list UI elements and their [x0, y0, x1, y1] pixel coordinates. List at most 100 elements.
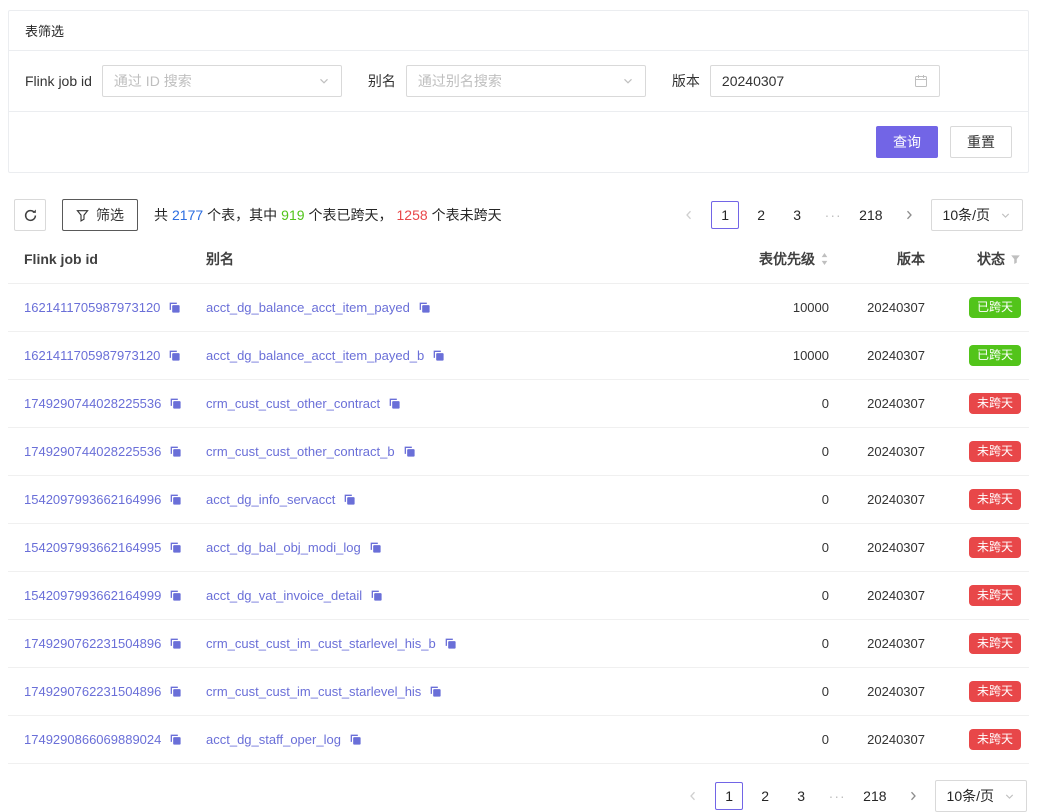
copy-icon[interactable]: [169, 445, 182, 458]
job-id-link[interactable]: 1749290762231504896: [24, 684, 161, 699]
copy-icon[interactable]: [343, 493, 356, 506]
copy-icon[interactable]: [369, 541, 382, 554]
pagination-bottom-row: 1 2 3 ··· 218 10条/页: [8, 780, 1029, 812]
status-badge: 未跨天: [969, 441, 1021, 462]
priority-cell: 0: [717, 668, 837, 716]
page-button-2[interactable]: 2: [751, 782, 779, 810]
job-id-link[interactable]: 1542097993662164999: [24, 588, 161, 603]
priority-cell: 0: [717, 716, 837, 764]
job-id-link[interactable]: 1749290762231504896: [24, 636, 161, 651]
page-button-3[interactable]: 3: [783, 201, 811, 229]
alias-select[interactable]: 通过别名搜索: [406, 65, 646, 97]
status-badge: 未跨天: [969, 681, 1021, 702]
summary-text: 个表未跨天: [432, 207, 502, 223]
version-cell: 20240307: [837, 668, 933, 716]
prev-page-button[interactable]: [679, 782, 707, 810]
job-id-link[interactable]: 1749290744028225536: [24, 396, 161, 411]
copy-icon[interactable]: [429, 685, 442, 698]
next-page-button[interactable]: [895, 201, 923, 229]
summary-total-count: 2177: [172, 207, 203, 223]
page-button-last[interactable]: 218: [855, 201, 886, 229]
header-status[interactable]: 状态: [933, 235, 1029, 284]
copy-icon[interactable]: [169, 493, 182, 506]
alias-link[interactable]: acct_dg_balance_acct_item_payed: [206, 300, 410, 315]
alias-link[interactable]: acct_dg_info_servacct: [206, 492, 335, 507]
copy-icon[interactable]: [370, 589, 383, 602]
header-priority[interactable]: 表优先级: [717, 235, 837, 284]
prev-page-button[interactable]: [675, 201, 703, 229]
chevron-down-icon: [622, 75, 634, 87]
status-badge: 未跨天: [969, 729, 1021, 750]
copy-icon[interactable]: [169, 685, 182, 698]
refresh-button[interactable]: [14, 199, 46, 231]
table-row: 1542097993662164995 acct_dg_bal_obj_modi…: [8, 524, 1029, 572]
page-size-select[interactable]: 10条/页: [935, 780, 1027, 812]
page-button-1[interactable]: 1: [711, 201, 739, 229]
job-id-link[interactable]: 1749290744028225536: [24, 444, 161, 459]
priority-cell: 0: [717, 572, 837, 620]
priority-cell: 10000: [717, 332, 837, 380]
alias-link[interactable]: crm_cust_cust_im_cust_starlevel_his_b: [206, 636, 436, 651]
page-button-last[interactable]: 218: [859, 782, 890, 810]
pagination-bottom: 1 2 3 ··· 218 10条/页: [679, 780, 1027, 812]
copy-icon[interactable]: [432, 349, 445, 362]
copy-icon[interactable]: [388, 397, 401, 410]
next-page-button[interactable]: [899, 782, 927, 810]
job-id-label: Flink job id: [25, 73, 92, 89]
alias-link[interactable]: crm_cust_cust_im_cust_starlevel_his: [206, 684, 421, 699]
header-flink-job-id: Flink job id: [8, 235, 198, 284]
query-button[interactable]: 查询: [876, 126, 938, 158]
copy-icon[interactable]: [169, 733, 182, 746]
alias-link[interactable]: crm_cust_cust_other_contract: [206, 396, 380, 411]
priority-cell: 0: [717, 476, 837, 524]
copy-icon[interactable]: [349, 733, 362, 746]
page-button-1[interactable]: 1: [715, 782, 743, 810]
pagination-top: 1 2 3 ··· 218 10条/页: [675, 199, 1023, 231]
page-button-2[interactable]: 2: [747, 201, 775, 229]
alias-link[interactable]: acct_dg_vat_invoice_detail: [206, 588, 362, 603]
alias-link[interactable]: acct_dg_staff_oper_log: [206, 732, 341, 747]
table-row: 1749290762231504896 crm_cust_cust_im_cus…: [8, 620, 1029, 668]
reset-button[interactable]: 重置: [950, 126, 1012, 158]
job-id-select[interactable]: 通过 ID 搜索: [102, 65, 342, 97]
filter-actions: 查询 重置: [9, 112, 1028, 172]
job-id-link[interactable]: 1621411705987973120: [24, 300, 160, 315]
version-date-input[interactable]: 20240307: [710, 65, 940, 97]
copy-icon[interactable]: [444, 637, 457, 650]
version-cell: 20240307: [837, 380, 933, 428]
refresh-icon: [23, 208, 38, 223]
alias-label: 别名: [368, 71, 396, 91]
page-button-3[interactable]: 3: [787, 782, 815, 810]
job-id-link[interactable]: 1621411705987973120: [24, 348, 160, 363]
version-cell: 20240307: [837, 620, 933, 668]
copy-icon[interactable]: [168, 301, 181, 314]
copy-icon[interactable]: [169, 541, 182, 554]
alias-link[interactable]: acct_dg_balance_acct_item_payed_b: [206, 348, 424, 363]
page-size-select[interactable]: 10条/页: [931, 199, 1023, 231]
version-cell: 20240307: [837, 716, 933, 764]
page-ellipsis[interactable]: ···: [819, 201, 847, 229]
job-id-link[interactable]: 1542097993662164996: [24, 492, 161, 507]
filter-toggle-button[interactable]: 筛选: [62, 199, 138, 231]
job-id-link[interactable]: 1542097993662164995: [24, 540, 161, 555]
version-cell: 20240307: [837, 332, 933, 380]
alias-link[interactable]: acct_dg_bal_obj_modi_log: [206, 540, 361, 555]
summary-text: 共: [154, 207, 168, 223]
job-id-link[interactable]: 1749290866069889024: [24, 732, 161, 747]
header-alias: 别名: [198, 235, 717, 284]
copy-icon[interactable]: [403, 445, 416, 458]
copy-icon[interactable]: [169, 637, 182, 650]
version-value: 20240307: [722, 73, 784, 89]
copy-icon[interactable]: [418, 301, 431, 314]
alias-field: 别名 通过别名搜索: [368, 65, 646, 97]
copy-icon[interactable]: [168, 349, 181, 362]
page-ellipsis[interactable]: ···: [823, 782, 851, 810]
table-toolbar: 筛选 共2177个表，其中919个表已跨天，1258个表未跨天 1 2 3 ··…: [8, 199, 1029, 231]
copy-icon[interactable]: [169, 589, 182, 602]
filter-funnel-icon[interactable]: [1010, 254, 1021, 265]
sort-icon[interactable]: [820, 252, 829, 266]
status-badge: 未跨天: [969, 585, 1021, 606]
alias-link[interactable]: crm_cust_cust_other_contract_b: [206, 444, 395, 459]
summary-text: 个表已跨天，: [309, 207, 393, 223]
copy-icon[interactable]: [169, 397, 182, 410]
